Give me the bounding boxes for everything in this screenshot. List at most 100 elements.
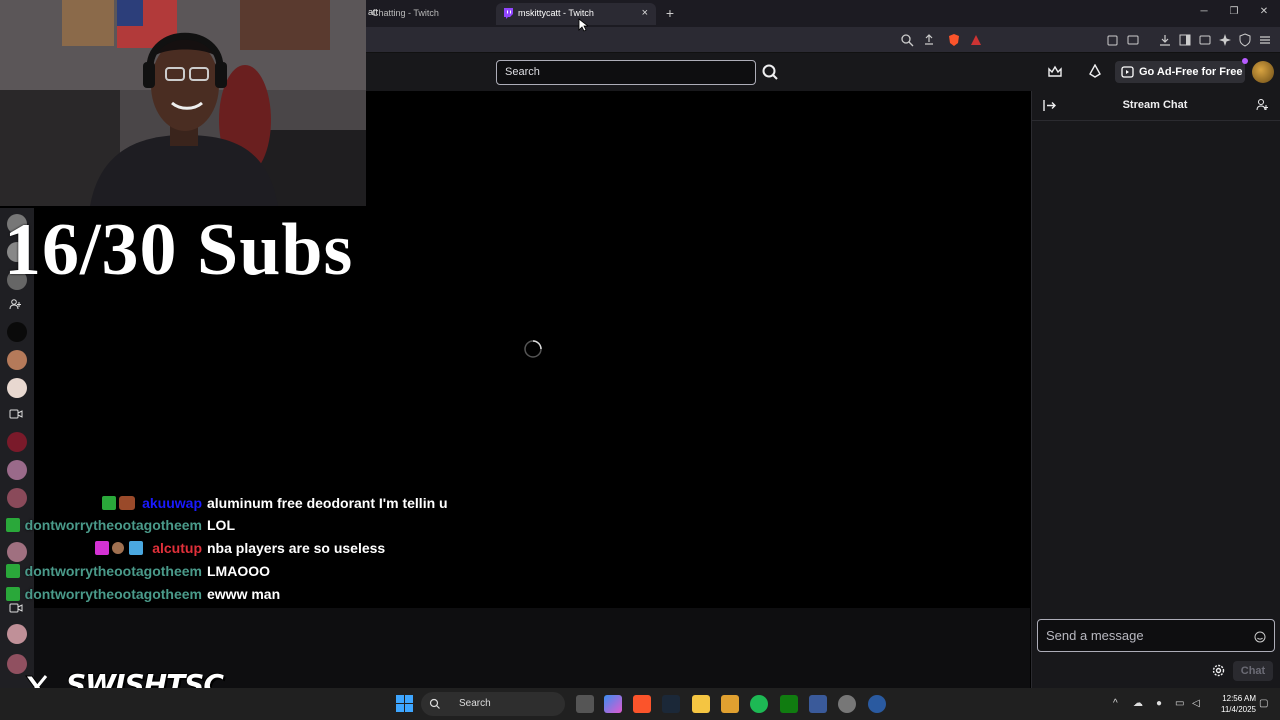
video-camera-icon [9, 603, 23, 613]
clock-date: 11/4/2025 [1221, 705, 1256, 714]
download-icon[interactable] [1158, 33, 1172, 47]
search-input[interactable]: Search [496, 60, 756, 85]
sub-goal-counter: 16/30 Subs [4, 209, 354, 291]
chat-message-text: ewww man [207, 586, 281, 602]
network-icon[interactable]: ▭ [1175, 698, 1184, 709]
chat-send-button[interactable]: Chat [1233, 661, 1273, 681]
badge-icon [112, 542, 124, 554]
overlay-chat-line: alcutup [0, 540, 202, 556]
share-icon[interactable] [922, 33, 936, 47]
leo-ai-icon[interactable] [1218, 33, 1232, 47]
channel-avatar[interactable] [7, 654, 27, 674]
badge-icon [129, 541, 143, 555]
clock-time: 12:56 AM [1222, 694, 1256, 703]
steam-icon[interactable] [662, 695, 680, 713]
app-icon[interactable] [721, 695, 739, 713]
chat-username: dontworrytheootagotheem [24, 563, 202, 579]
loading-spinner-icon [524, 340, 542, 358]
ad-free-icon [1121, 66, 1134, 78]
badge-icon [95, 541, 109, 555]
xbox-icon[interactable] [780, 695, 798, 713]
chat-username: akuuwap [142, 495, 202, 511]
chat-username: dontworrytheootagotheem [24, 517, 202, 533]
search-icon [429, 698, 440, 709]
chat-message-text: LOL [207, 517, 235, 533]
new-tab-button[interactable]: + [663, 3, 677, 23]
taskbar-search-label: Search [459, 698, 491, 709]
channel-avatar[interactable] [7, 432, 27, 452]
chat-message-text: aluminum free deodorant I'm tellin u [207, 495, 448, 511]
app-icon[interactable] [868, 695, 886, 713]
badge-icon [6, 518, 20, 532]
bits-icon[interactable] [1088, 64, 1102, 80]
badge-icon [6, 564, 20, 578]
tab-chatting-twitch[interactable]: Chatting - Twitch [366, 3, 494, 25]
overlay-chat-line: akuuwap [0, 495, 202, 511]
brave-shields-icon[interactable] [947, 33, 961, 47]
search-icon[interactable] [758, 60, 782, 85]
overlay-chat-line: dontworrytheootagotheem [0, 586, 202, 602]
channel-avatar[interactable] [7, 378, 27, 398]
collapse-chat-icon[interactable] [1042, 99, 1057, 112]
chat-username: dontworrytheootagotheem [24, 586, 202, 602]
channel-avatar[interactable] [7, 322, 27, 342]
tray-chevron-icon[interactable]: ^ [1113, 698, 1118, 709]
chat-header-divider [1031, 120, 1280, 121]
wallet-icon[interactable] [1198, 33, 1212, 47]
overlay-chat-line: dontworrytheootagotheem [0, 517, 202, 533]
restore-icon[interactable]: ❐ [1227, 6, 1241, 17]
chat-message-text: nba players are so useless [207, 540, 386, 556]
sidebar-toggle-icon[interactable] [1178, 33, 1192, 47]
vpn-icon[interactable] [1238, 33, 1252, 47]
tab-label: mskittycatt - Twitch [518, 8, 594, 18]
brave-browser-icon[interactable] [633, 695, 651, 713]
zoom-icon[interactable] [900, 33, 914, 47]
obs-icon[interactable] [838, 695, 856, 713]
close-tab-icon[interactable]: × [642, 3, 648, 23]
chat-message-input[interactable]: Send a message [1037, 619, 1275, 652]
mouse-cursor-icon [578, 18, 588, 32]
app-icon[interactable] [809, 695, 827, 713]
emote-picker-icon[interactable] [1254, 631, 1266, 643]
user-avatar[interactable] [1252, 61, 1274, 83]
menu-icon[interactable] [1258, 33, 1272, 47]
prime-crown-icon[interactable] [1047, 65, 1063, 79]
channel-avatar[interactable] [7, 624, 27, 644]
chat-settings-gear-icon[interactable] [1212, 664, 1225, 677]
badge-icon [119, 496, 135, 510]
community-icon[interactable] [1256, 98, 1270, 112]
chat-message-text: LMAOOO [207, 563, 270, 579]
copilot-icon[interactable] [604, 695, 622, 713]
spotify-icon[interactable] [750, 695, 768, 713]
file-explorer-icon[interactable] [692, 695, 710, 713]
badge-icon [102, 496, 116, 510]
brave-rewards-icon[interactable] [969, 33, 983, 47]
badge-icon [6, 587, 20, 601]
taskbar-search[interactable]: Search [421, 692, 565, 716]
onedrive-icon[interactable]: ☁ [1133, 698, 1143, 709]
webcam-overlay [0, 0, 366, 206]
chat-panel [1031, 91, 1280, 688]
chat-username: alcutup [152, 540, 202, 556]
go-ad-free-label: Go Ad-Free for Free [1139, 66, 1243, 78]
close-window-icon[interactable]: ✕ [1257, 6, 1271, 17]
volume-icon[interactable]: ◁ [1192, 698, 1200, 709]
task-view-icon[interactable] [576, 695, 594, 713]
chat-title: Stream Chat [1122, 99, 1188, 111]
webcam-image [0, 0, 366, 206]
tab-mskittycatt-twitch[interactable]: mskittycatt - Twitch × [496, 3, 656, 25]
notifications-icon[interactable]: ▢ [1259, 698, 1268, 709]
channel-avatar[interactable] [7, 460, 27, 480]
overlay-chat-line: dontworrytheootagotheem [0, 563, 202, 579]
video-camera-icon [9, 409, 23, 419]
taskbar-clock[interactable]: 12:56 AM 11/4/2025 [1210, 693, 1256, 715]
go-ad-free-button[interactable]: Go Ad-Free for Free [1115, 61, 1245, 83]
extensions-icon[interactable] [1106, 33, 1120, 47]
channel-avatar[interactable] [7, 350, 27, 370]
windows-start-icon[interactable] [396, 695, 413, 712]
url-field[interactable]: att [368, 7, 378, 17]
minimize-icon[interactable]: ─ [1197, 6, 1211, 17]
microphone-icon[interactable]: ● [1156, 698, 1162, 709]
notification-dot [1242, 58, 1248, 64]
screenshot-icon[interactable] [1126, 33, 1140, 47]
